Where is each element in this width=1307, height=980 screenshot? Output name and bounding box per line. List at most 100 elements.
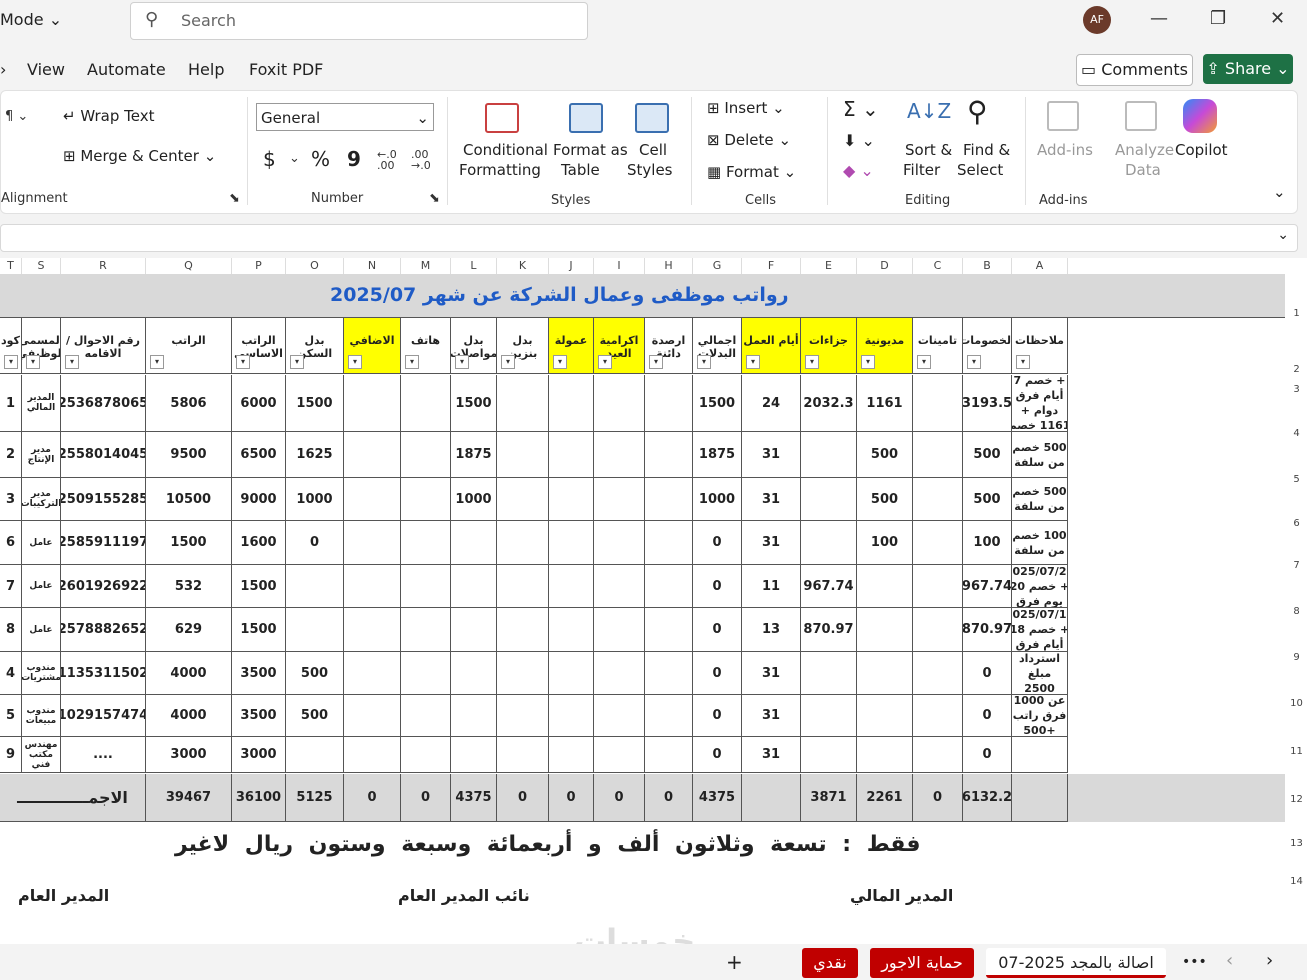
column-header[interactable]: O xyxy=(286,258,344,274)
totals-cell[interactable]: 0 xyxy=(344,774,401,822)
table-cell[interactable] xyxy=(344,375,401,432)
filter-dropdown-icon[interactable]: ▾ xyxy=(805,355,819,369)
table-cell[interactable]: 500 xyxy=(857,478,913,521)
table-cell[interactable] xyxy=(286,565,344,608)
table-cell[interactable] xyxy=(857,737,913,773)
table-cell[interactable] xyxy=(497,695,549,737)
filter-dropdown-icon[interactable]: ▾ xyxy=(861,355,875,369)
filter-dropdown-icon[interactable]: ▾ xyxy=(290,355,304,369)
search-box[interactable]: ⚲ Search xyxy=(130,2,588,40)
table-cell[interactable] xyxy=(344,608,401,652)
table-cell[interactable] xyxy=(645,737,693,773)
filter-dropdown-icon[interactable]: ▾ xyxy=(455,355,469,369)
table-cell[interactable] xyxy=(801,652,857,695)
table-cell[interactable]: 10500 xyxy=(146,478,232,521)
totals-cell[interactable]: 0 xyxy=(913,774,963,822)
expand-formula-bar-icon[interactable]: ⌄ xyxy=(1277,227,1289,243)
totals-cell[interactable] xyxy=(742,774,801,822)
filter-dropdown-icon[interactable]: ▾ xyxy=(746,355,760,369)
column-header[interactable]: P xyxy=(232,258,286,274)
table-cell[interactable] xyxy=(549,478,594,521)
table-cell[interactable]: 1000 xyxy=(286,478,344,521)
table-cell[interactable] xyxy=(645,478,693,521)
column-header[interactable]: G xyxy=(693,258,742,274)
table-cell[interactable] xyxy=(401,695,451,737)
table-cell[interactable] xyxy=(1012,737,1068,773)
mode-dropdown[interactable]: Mode ⌄ xyxy=(0,10,62,29)
table-cell[interactable] xyxy=(344,565,401,608)
table-cell[interactable] xyxy=(913,432,963,478)
table-cell[interactable]: 500 xyxy=(963,478,1012,521)
insert-button[interactable]: ⊞ Insert ⌄ xyxy=(707,99,785,117)
table-cell[interactable]: 1600 xyxy=(232,521,286,565)
table-cell[interactable] xyxy=(857,695,913,737)
table-cell[interactable] xyxy=(344,521,401,565)
table-cell[interactable]: 3193.5 xyxy=(963,375,1012,432)
filter-dropdown-icon[interactable]: ▾ xyxy=(4,355,18,369)
table-cell[interactable]: عامل xyxy=(22,565,61,608)
column-header[interactable]: Q xyxy=(146,258,232,274)
table-cell[interactable]: بداية دوام 2025/07/19 + خصم 18 أيام فرق … xyxy=(1012,608,1068,652)
table-cell[interactable]: 2 xyxy=(0,432,22,478)
table-cell[interactable]: 500 xyxy=(963,432,1012,478)
column-header[interactable]: L xyxy=(451,258,497,274)
table-cell[interactable]: 500 xyxy=(857,432,913,478)
table-cell[interactable] xyxy=(451,695,497,737)
table-cell[interactable]: 31 xyxy=(742,432,801,478)
table-cell[interactable]: 3000 xyxy=(146,737,232,773)
table-cell[interactable]: عامل xyxy=(22,521,61,565)
row-header[interactable]: 1 xyxy=(1286,308,1307,319)
table-cell[interactable] xyxy=(401,521,451,565)
row-header[interactable]: 4 xyxy=(1286,428,1307,439)
table-cell[interactable]: 1500 xyxy=(146,521,232,565)
table-cell[interactable]: 532 xyxy=(146,565,232,608)
table-cell[interactable]: 100 خصم من سلفة xyxy=(1012,521,1068,565)
totals-cell[interactable]: 4375 xyxy=(693,774,742,822)
table-cell[interactable] xyxy=(857,608,913,652)
table-cell[interactable]: 6 xyxy=(0,521,22,565)
column-header[interactable]: B xyxy=(963,258,1012,274)
table-cell[interactable] xyxy=(801,432,857,478)
table-cell[interactable]: 31 xyxy=(742,737,801,773)
table-cell[interactable]: 1161 xyxy=(857,375,913,432)
table-cell[interactable]: 8 xyxy=(0,608,22,652)
table-cell[interactable]: 0 xyxy=(693,695,742,737)
table-cell[interactable]: 11 xyxy=(742,565,801,608)
row-header[interactable]: 7 xyxy=(1286,560,1307,571)
column-header[interactable]: I xyxy=(594,258,645,274)
table-cell[interactable]: 1135311502 xyxy=(61,652,146,695)
table-cell[interactable] xyxy=(451,521,497,565)
increase-decimal-button[interactable]: ←.0 .00 xyxy=(377,149,403,171)
table-cell[interactable]: 1625 xyxy=(286,432,344,478)
table-cell[interactable] xyxy=(645,608,693,652)
table-cell[interactable] xyxy=(913,695,963,737)
table-cell[interactable]: 870.97 xyxy=(801,608,857,652)
sheet-tab-cash[interactable]: نقدي xyxy=(802,948,858,978)
table-cell[interactable] xyxy=(451,737,497,773)
table-cell[interactable]: 31 xyxy=(742,521,801,565)
table-cell[interactable] xyxy=(594,737,645,773)
table-cell[interactable]: 0 xyxy=(693,737,742,773)
row-header[interactable]: 5 xyxy=(1286,474,1307,485)
filter-dropdown-icon[interactable]: ▾ xyxy=(553,355,567,369)
table-cell[interactable] xyxy=(801,521,857,565)
column-header[interactable]: N xyxy=(344,258,401,274)
totals-cell[interactable] xyxy=(1012,774,1068,822)
table-cell[interactable] xyxy=(913,652,963,695)
row-header[interactable]: 12 xyxy=(1286,794,1307,805)
table-cell[interactable]: 0 xyxy=(693,565,742,608)
share-button[interactable]: ⇪ Share ⌄ xyxy=(1203,54,1293,84)
table-cell[interactable]: 31 xyxy=(742,695,801,737)
table-cell[interactable] xyxy=(913,375,963,432)
table-cell[interactable] xyxy=(497,565,549,608)
menu-foxit-pdf[interactable]: Foxit PDF xyxy=(249,60,323,79)
table-cell[interactable]: 4 xyxy=(0,652,22,695)
table-cell[interactable]: 1 xyxy=(0,375,22,432)
table-cell[interactable] xyxy=(857,565,913,608)
table-cell[interactable]: 5 xyxy=(0,695,22,737)
column-header[interactable]: R xyxy=(61,258,146,274)
table-cell[interactable]: 2601926922 xyxy=(61,565,146,608)
sheet-title[interactable]: رواتب موظفى وعمال الشركة عن شهر 2025/07 xyxy=(330,284,789,306)
menu-automate[interactable]: Automate xyxy=(87,60,166,79)
table-cell[interactable]: 967.74 xyxy=(963,565,1012,608)
